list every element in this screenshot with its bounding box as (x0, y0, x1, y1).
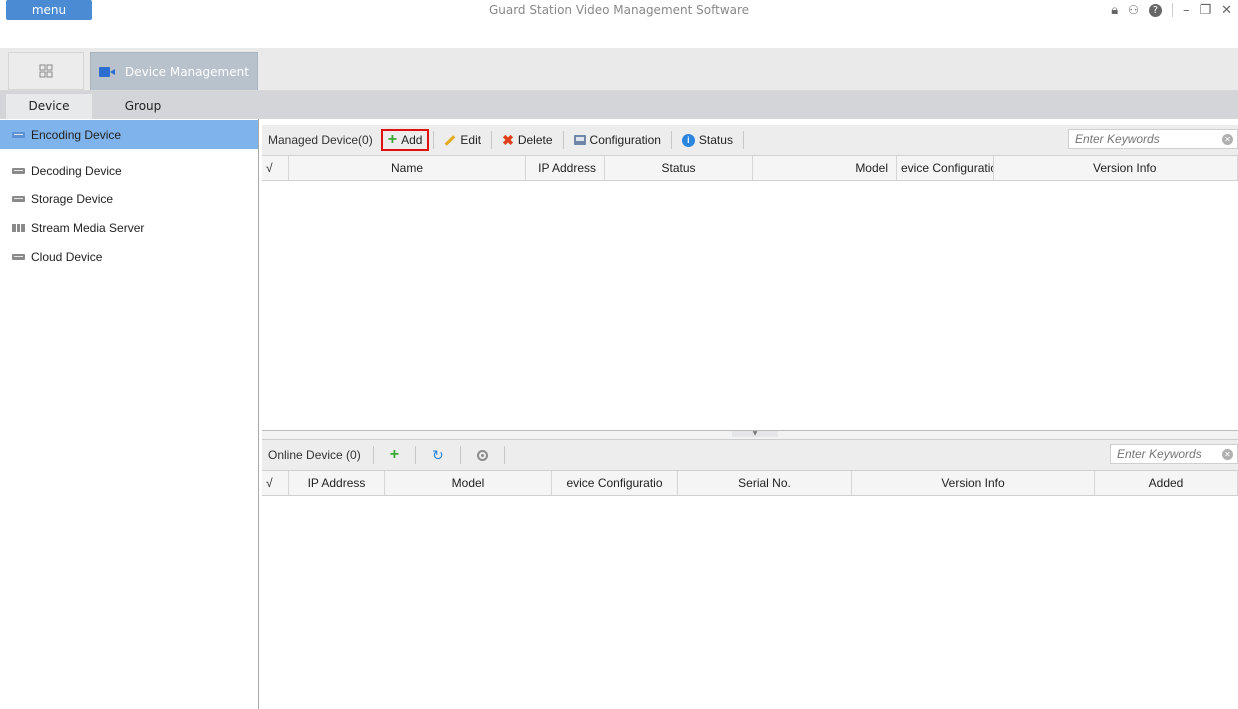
online-device-count: Online Device (0) (268, 448, 361, 462)
help-icon[interactable]: ? (1148, 3, 1162, 17)
column-version-info[interactable]: Version Info (852, 471, 1095, 495)
configuration-label: Configuration (589, 133, 661, 147)
column-name[interactable]: Name (289, 156, 526, 180)
window-controls: 🔒︎ ⚇ ? – ❐ ✕ (1111, 0, 1238, 20)
separator (742, 131, 744, 149)
tab-group[interactable]: Group (100, 94, 186, 119)
device-icon (12, 167, 25, 174)
column-version-info[interactable]: Version Info (994, 156, 1238, 180)
add-label: Add (401, 133, 423, 147)
managed-search-box: ✕ (1068, 129, 1238, 149)
close-icon[interactable]: ✕ (1221, 3, 1232, 18)
tab-label: Device Management (125, 64, 249, 79)
sidebar-item-storage-device[interactable]: Storage Device (0, 184, 258, 213)
add-online-device-button[interactable]: + (378, 444, 411, 466)
plus-icon: + (389, 446, 400, 463)
online-search-input[interactable] (1115, 446, 1222, 462)
managed-device-toolbar: Managed Device(0) + Add Edit ✖ Delete Co… (262, 125, 1238, 156)
separator (491, 131, 493, 149)
managed-search-input[interactable] (1073, 131, 1222, 147)
managed-device-count: Managed Device(0) (268, 133, 373, 147)
sidebar-item-label: Encoding Device (31, 127, 122, 142)
column-device-configuration[interactable]: evice Configuratio (897, 156, 994, 180)
sidebar-item-cloud-device[interactable]: Cloud Device (0, 242, 258, 271)
refresh-icon: ↻ (432, 447, 444, 463)
minimize-icon[interactable]: – (1183, 3, 1190, 18)
select-all-column[interactable]: √ (262, 471, 289, 495)
delete-button[interactable]: ✖ Delete (496, 129, 558, 151)
add-button[interactable]: + Add (380, 129, 430, 151)
device-icon (12, 253, 25, 260)
menu-button[interactable]: menu (6, 0, 92, 20)
monitor-icon (573, 135, 586, 145)
device-icon (12, 195, 25, 202)
delete-label: Delete (517, 133, 553, 147)
pencil-icon (445, 134, 456, 146)
column-ip-address[interactable]: IP Address (526, 156, 605, 180)
users-icon[interactable]: ⚇ (1128, 3, 1139, 17)
app-title: Guard Station Video Management Software (488, 3, 750, 17)
sub-tab-bar: Device Group (0, 91, 1238, 119)
clear-icon[interactable]: ✕ (1222, 133, 1233, 145)
sidebar-item-label: Storage Device (31, 191, 114, 206)
column-serial-no[interactable]: Serial No. (678, 471, 852, 495)
server-icon (12, 223, 26, 232)
separator (503, 446, 505, 464)
select-all-column[interactable]: √ (262, 156, 289, 180)
clear-icon[interactable]: ✕ (1222, 448, 1233, 460)
camera-icon (99, 66, 115, 77)
separator (372, 446, 374, 464)
sidebar-item-label: Cloud Device (31, 249, 103, 264)
restore-icon[interactable]: ❐ (1199, 3, 1211, 18)
status-button[interactable]: i Status (676, 129, 739, 151)
tab-device-management[interactable]: Device Management (90, 52, 258, 90)
sidebar-item-label: Decoding Device (31, 163, 122, 178)
column-status[interactable]: Status (605, 156, 753, 180)
column-device-configuration[interactable]: evice Configuratio (552, 471, 678, 495)
sidebar-item-decoding-device[interactable]: Decoding Device (0, 156, 258, 185)
separator (670, 131, 672, 149)
panel-splitter[interactable]: ▼ (262, 430, 1238, 440)
title-bar: Guard Station Video Management Software … (0, 0, 1238, 48)
collapse-handle[interactable]: ▼ (732, 431, 778, 437)
device-type-sidebar: Encoding Device Decoding Device Storage … (0, 119, 259, 709)
tab-device[interactable]: Device (6, 94, 92, 119)
device-icon (12, 131, 25, 138)
column-ip-address[interactable]: IP Address (289, 471, 385, 495)
separator (459, 446, 461, 464)
edit-label: Edit (460, 133, 482, 147)
configuration-button[interactable]: Configuration (568, 129, 667, 151)
status-label: Status (698, 133, 733, 147)
sidebar-item-stream-media-server[interactable]: Stream Media Server (0, 213, 258, 242)
gear-icon (476, 449, 488, 461)
separator (1171, 3, 1173, 17)
column-model[interactable]: Model (385, 471, 552, 495)
refresh-button[interactable]: ↻ (420, 444, 456, 466)
info-icon: i (681, 133, 695, 147)
module-tab-bar: Device Management (0, 48, 1238, 91)
lock-icon[interactable]: 🔒︎ (1111, 3, 1118, 18)
column-model[interactable]: Model (753, 156, 897, 180)
separator (562, 131, 564, 149)
online-device-table-header: √ IP Address Model evice Configuratio Se… (262, 471, 1238, 496)
sidebar-item-label: Stream Media Server (31, 220, 145, 235)
separator (433, 131, 435, 149)
edit-button[interactable]: Edit (438, 129, 487, 151)
sidebar-item-encoding-device[interactable]: Encoding Device (0, 120, 258, 149)
settings-button[interactable] (465, 444, 500, 466)
home-tab[interactable] (8, 52, 84, 90)
managed-device-table-header: √ Name IP Address Status Model evice Con… (262, 156, 1238, 181)
separator (415, 446, 417, 464)
plus-icon: + (387, 131, 398, 148)
delete-icon: ✖ (502, 132, 514, 148)
online-device-toolbar: Online Device (0) + ↻ ✕ (262, 440, 1238, 471)
online-search-box: ✕ (1110, 444, 1238, 464)
column-added[interactable]: Added (1095, 471, 1238, 495)
grid-icon (39, 64, 53, 78)
